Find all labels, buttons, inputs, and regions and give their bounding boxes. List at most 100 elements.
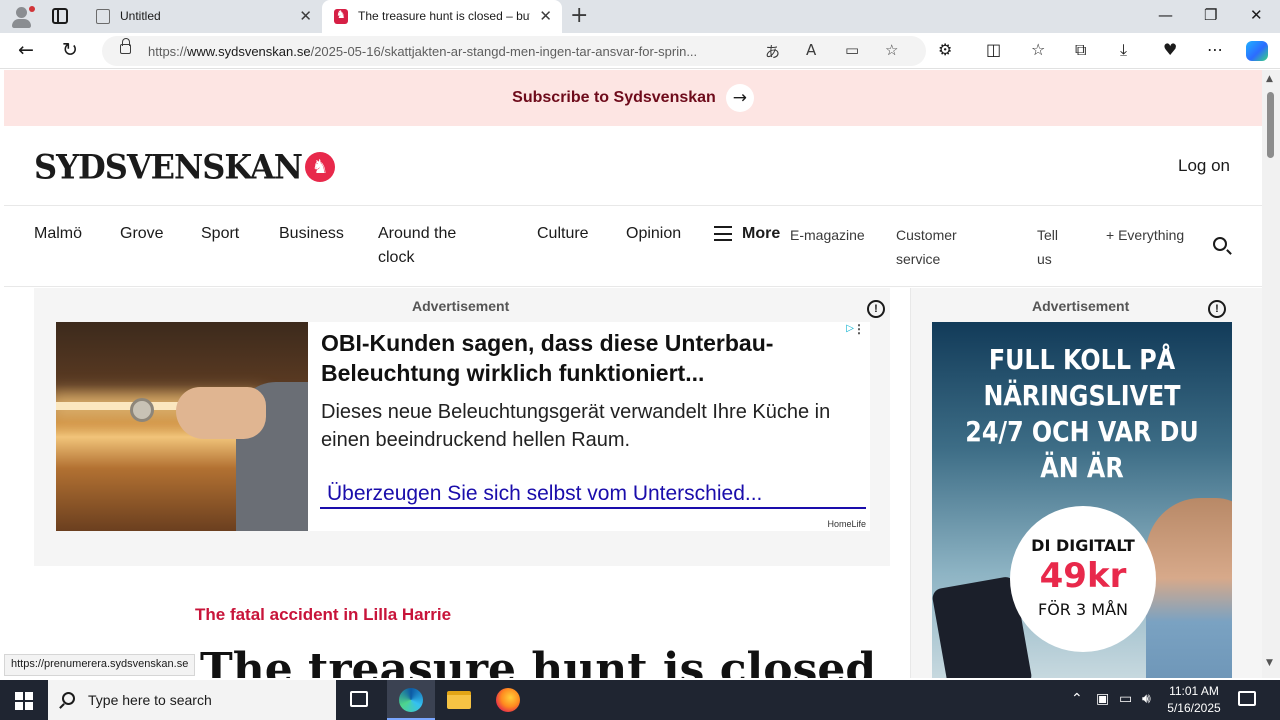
nav-item-around-the-clock[interactable]: Around the clock [378,222,490,270]
split-screen-icon[interactable]: ◫ [986,40,1001,59]
ad-headline[interactable]: OBI-Kunden sagen, dass diese Unterbau-Be… [321,328,866,388]
search-icon[interactable] [1213,237,1227,251]
nav-item-customer-service[interactable]: Customer service [896,223,976,271]
ad-label: Advertisement [412,298,510,314]
status-bar-url: https://prenumerera.sydsvenskan.se [4,654,196,676]
taskbar-edge[interactable] [387,680,435,720]
advertisement-side: Advertisement ! FULL KOLL PÅ NÄRINGSLIVE… [910,288,1262,678]
site-header: SYDSVENSKAN ♞ Log on [4,126,1262,206]
ad-body-text: Dieses neue Beleuchtungsgerät verwandelt… [321,401,831,451]
read-aloud-icon[interactable]: A [806,41,816,59]
nav-item-business[interactable]: Business [279,222,344,246]
taskbar-clock[interactable]: 11:01 AM 5/16/2025 [1160,683,1228,717]
ad-info-icon[interactable]: ! [1208,300,1226,318]
scroll-thumb[interactable] [1267,92,1274,158]
collections-icon[interactable]: ⧉ [1075,40,1086,60]
device-icon[interactable]: ▣ [1096,691,1109,707]
windows-taskbar: Type here to search ⌃ ▣ ▭ 🔊︎ 11:01 AM 5/… [0,680,1280,720]
arrow-right-icon[interactable]: → [725,84,754,112]
close-tab-icon[interactable]: ✕ [539,7,552,25]
tab-actions-icon[interactable] [52,8,68,24]
notifications-icon[interactable] [1238,691,1256,706]
article-kicker[interactable]: The fatal accident in Lilla Harrie [195,605,451,625]
show-hidden-icons-icon[interactable]: ⌃ [1071,691,1083,707]
blank-page-icon [96,9,110,24]
ad-cta-link[interactable]: Überzeugen Sie sich selbst vom Unterschi… [320,482,866,509]
task-view-icon[interactable] [350,691,368,707]
ad-info-icon[interactable]: ! [867,300,885,318]
ad-person-image [1146,498,1232,678]
browser-tab-untitled[interactable]: Untitled ✕ [84,0,322,33]
profile-avatar-icon[interactable] [10,5,35,29]
clock-time: 11:01 AM [1169,684,1219,698]
url-text[interactable]: https://www.sydsvenskan.se/2025-05-16/sk… [148,44,760,59]
restore-icon[interactable]: ❐ [1204,6,1217,24]
tab-title: The treasure hunt is closed – but no one… [358,9,530,23]
close-window-icon[interactable]: ✕ [1250,6,1263,24]
web-page: Subscribe to Sydsvenskan → SYDSVENSKAN ♞… [0,70,1262,678]
nav-more-button[interactable]: More [742,222,780,246]
nav-item-culture[interactable]: Culture [537,222,589,246]
ad-creative[interactable]: OBI-Kunden sagen, dass diese Unterbau-Be… [56,322,870,531]
favorite-star-icon[interactable]: ☆ [885,41,898,59]
taskbar-search-box[interactable]: Type here to search [48,680,336,720]
scroll-down-icon[interactable]: ▼ [1266,658,1273,668]
login-link[interactable]: Log on [1178,156,1230,176]
taskbar-file-explorer[interactable] [435,680,483,720]
tab-title: Untitled [120,9,161,23]
search-placeholder: Type here to search [88,692,212,708]
browser-tab-strip: Untitled ✕ The treasure hunt is closed –… [0,0,1280,33]
nav-item-grove[interactable]: Grove [120,222,164,246]
settings-more-icon[interactable]: ⋯ [1207,40,1223,59]
sydsvenskan-favicon [334,8,348,24]
copilot-icon[interactable] [1246,41,1268,61]
site-logo[interactable]: SYDSVENSKAN ♞ [34,147,335,187]
refresh-icon[interactable]: ↻ [62,39,78,61]
nav-item-malmo[interactable]: Malmö [34,222,82,246]
ad-brand: HomeLife [827,519,866,529]
nav-item-everything[interactable]: + Everything [1106,223,1186,247]
scroll-up-icon[interactable]: ▲ [1266,74,1273,84]
advertisement-main: Advertisement ! OBI-Kunden sagen, dass d… [34,288,890,566]
di-ad-creative[interactable]: FULL KOLL PÅ NÄRINGSLIVET 24/7 OCH VAR D… [932,322,1232,678]
ad-kitchen-light-image[interactable] [56,322,308,531]
network-icon[interactable]: ▭ [1119,691,1132,707]
price-badge: DI DIGITALT 49kr FÖR 3 MÅN [1010,506,1156,652]
browser-essentials-icon[interactable]: ♥ [1163,40,1177,59]
griffin-logo-icon: ♞ [304,152,335,182]
nav-item-tell-us[interactable]: Tell us [1037,223,1073,271]
immersive-reader-icon[interactable]: ▭ [845,41,859,59]
address-bar[interactable]: https://www.sydsvenskan.se/2025-05-16/sk… [102,36,926,66]
windows-start-icon[interactable] [15,692,33,710]
volume-icon[interactable]: 🔊︎ [1142,691,1151,707]
menu-icon[interactable] [714,226,732,241]
nav-item-opinion[interactable]: Opinion [626,222,681,246]
extensions-icon[interactable]: ⚙ [938,40,952,59]
taskbar-firefox[interactable] [484,680,532,720]
browser-tab-article[interactable]: The treasure hunt is closed – but no one… [322,0,562,33]
nav-item-sport[interactable]: Sport [201,222,239,246]
downloads-icon[interactable]: ⤓ [1120,40,1127,60]
nav-item-e-magazine[interactable]: E-magazine [790,223,866,247]
ad-options-icon[interactable]: ⋮ [853,322,865,336]
article-headline: The treasure hunt is closed [200,644,877,678]
minimize-icon[interactable]: — [1158,6,1173,24]
di-ad-headline: FULL KOLL PÅ NÄRINGSLIVET 24/7 OCH VAR D… [965,343,1199,484]
page-scrollbar[interactable]: ▲ ▼ [1262,70,1280,678]
subscribe-banner[interactable]: Subscribe to Sydsvenskan → [4,70,1262,126]
close-tab-icon[interactable]: ✕ [299,7,312,25]
lock-icon[interactable] [120,38,131,54]
new-tab-icon[interactable]: + [570,3,588,28]
clock-date: 5/16/2025 [1167,701,1221,715]
translate-icon[interactable]: あ [765,41,780,62]
ad-label: Advertisement [1032,298,1130,314]
favorites-icon[interactable]: ☆ [1031,40,1045,59]
back-icon[interactable]: ← [18,39,34,61]
browser-toolbar: ← ↻ https://www.sydsvenskan.se/2025-05-1… [0,33,1280,69]
subscribe-link[interactable]: Subscribe to Sydsvenskan [512,89,716,107]
file-explorer-icon [447,691,471,709]
logo-wordmark: SYDSVENSKAN [34,147,303,187]
firefox-icon [496,688,520,712]
main-navigation: Malmö Grove Sport Business Around the cl… [4,207,1262,287]
edge-browser-icon [399,688,423,712]
